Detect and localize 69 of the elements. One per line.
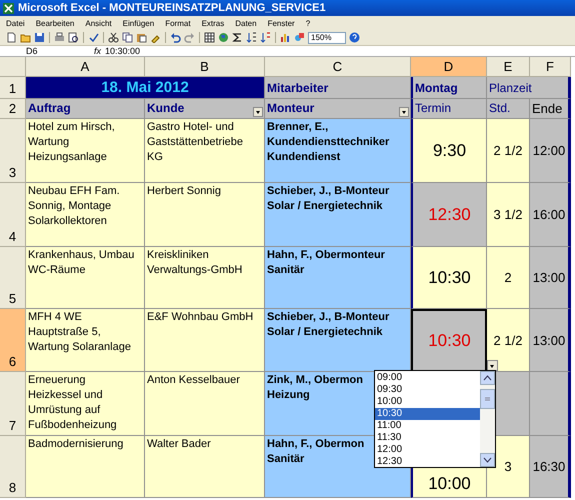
table-cell: Kreiskliniken Verwaltungs-GmbH bbox=[145, 247, 265, 309]
table-cell: E&F Wohnbau GmbH bbox=[145, 309, 265, 372]
row-header[interactable]: 8 bbox=[0, 436, 26, 498]
row-header[interactable]: 2 bbox=[0, 99, 26, 119]
menu-item[interactable]: Format bbox=[165, 18, 191, 28]
menu-item[interactable]: Ansicht bbox=[85, 18, 112, 28]
table-cell: 13:00 bbox=[530, 309, 571, 372]
row-header[interactable]: 7 bbox=[0, 372, 26, 436]
menu-item[interactable]: Bearbeiten bbox=[36, 18, 74, 28]
row-header[interactable]: 6 bbox=[0, 309, 26, 372]
table-cell: 2 1/2 bbox=[487, 309, 530, 372]
date-heading: 18. Mai 2012 bbox=[26, 77, 265, 99]
table-cell: Schieber, J., B-Monteur Solar / Energietechnik bbox=[265, 309, 411, 372]
row-header[interactable]: 1 bbox=[0, 77, 26, 99]
table-cell: 16:00 bbox=[530, 183, 571, 247]
row-header[interactable]: 3 bbox=[0, 119, 26, 183]
column-title: Std. bbox=[489, 101, 510, 116]
cell-text: 9:30 bbox=[432, 143, 466, 158]
table-cell: 16:30 bbox=[530, 436, 571, 498]
table-cell: Gastro Hotel- und Gaststättenbetriebe KG bbox=[145, 119, 265, 183]
column-header[interactable]: E bbox=[487, 57, 530, 77]
column-title: Auftrag bbox=[28, 101, 71, 116]
table-cell: 2 bbox=[487, 247, 530, 309]
table-cell: Badmodernisierung bbox=[26, 436, 145, 498]
table-cell: Herbert Sonnig bbox=[145, 183, 265, 247]
zoom-field[interactable]: 150% bbox=[308, 32, 346, 44]
cell-text: 12:30 bbox=[428, 207, 471, 222]
table-cell: Brenner, E., Kundendiensttechniker Kundendienst bbox=[265, 119, 411, 183]
table-cell: 3 1/2 bbox=[487, 183, 530, 247]
menu-item[interactable]: Daten bbox=[235, 18, 257, 28]
table-cell: Krankenhaus, Umbau WC-Räume bbox=[26, 247, 145, 309]
table-cell: Walter Bader bbox=[145, 436, 265, 498]
formula-field[interactable]: 10:30:00 bbox=[105, 46, 140, 56]
table-cell: 2 1/2 bbox=[487, 119, 530, 183]
table-cell: Hahn, F., Obermonteur Sanitär bbox=[265, 247, 411, 309]
menu-item[interactable]: ? bbox=[306, 18, 310, 28]
menu-item[interactable]: Extras bbox=[202, 18, 224, 28]
function-button[interactable]: fx bbox=[94, 46, 102, 56]
row-header[interactable]: 5 bbox=[0, 247, 26, 309]
column-header[interactable]: C bbox=[265, 57, 411, 77]
row-header[interactable]: 4 bbox=[0, 183, 26, 247]
column-header[interactable]: D bbox=[411, 57, 487, 77]
column-title: Ende bbox=[532, 101, 562, 116]
table-cell: Schieber, J., B-Monteur Solar / Energietechnik bbox=[265, 183, 411, 247]
table-cell: Neubau EFH Fam. Sonnig, Montage Solarkollektoren bbox=[26, 183, 145, 247]
cell-text: 10:30 bbox=[428, 332, 471, 348]
name-box[interactable]: D6 bbox=[0, 46, 58, 56]
table-cell: Erneuerung Heizkessel und Umrüstung auf Fußbodenheizung bbox=[26, 372, 145, 436]
menu-item[interactable]: Einfügen bbox=[122, 18, 154, 28]
table-cell: 12:00 bbox=[530, 119, 571, 183]
cell-text: 10:00 bbox=[428, 476, 471, 491]
column-header[interactable]: A bbox=[26, 57, 145, 77]
column-title: Kunde bbox=[147, 101, 184, 116]
table-cell: Mitarbeiter bbox=[265, 77, 411, 99]
menu-item[interactable]: Fenster bbox=[268, 18, 295, 28]
table-cell: Montag bbox=[411, 77, 487, 99]
column-header[interactable]: B bbox=[145, 57, 265, 77]
column-title: Monteur bbox=[267, 101, 314, 116]
column-header[interactable]: F bbox=[530, 57, 571, 77]
table-cell: 13:00 bbox=[530, 247, 571, 309]
table-cell: MFH 4 WE Hauptstraße 5, Wartung Solaranlage bbox=[26, 309, 145, 372]
menu-item[interactable]: Datei bbox=[6, 18, 25, 28]
list-option[interactable]: 10:30 bbox=[375, 408, 480, 420]
window-title: Microsoft Excel - MONTEUREINSATZPLANUNG_SERVICE1 bbox=[18, 2, 326, 14]
column-title: Termin bbox=[415, 101, 452, 116]
table-cell: Hotel zum Hirsch, Wartung Heizungsanlage bbox=[26, 119, 145, 183]
table-cell: Planzeit bbox=[487, 77, 571, 99]
cell-text: 10:30 bbox=[428, 270, 471, 285]
table-cell: Anton Kesselbauer bbox=[145, 372, 265, 436]
